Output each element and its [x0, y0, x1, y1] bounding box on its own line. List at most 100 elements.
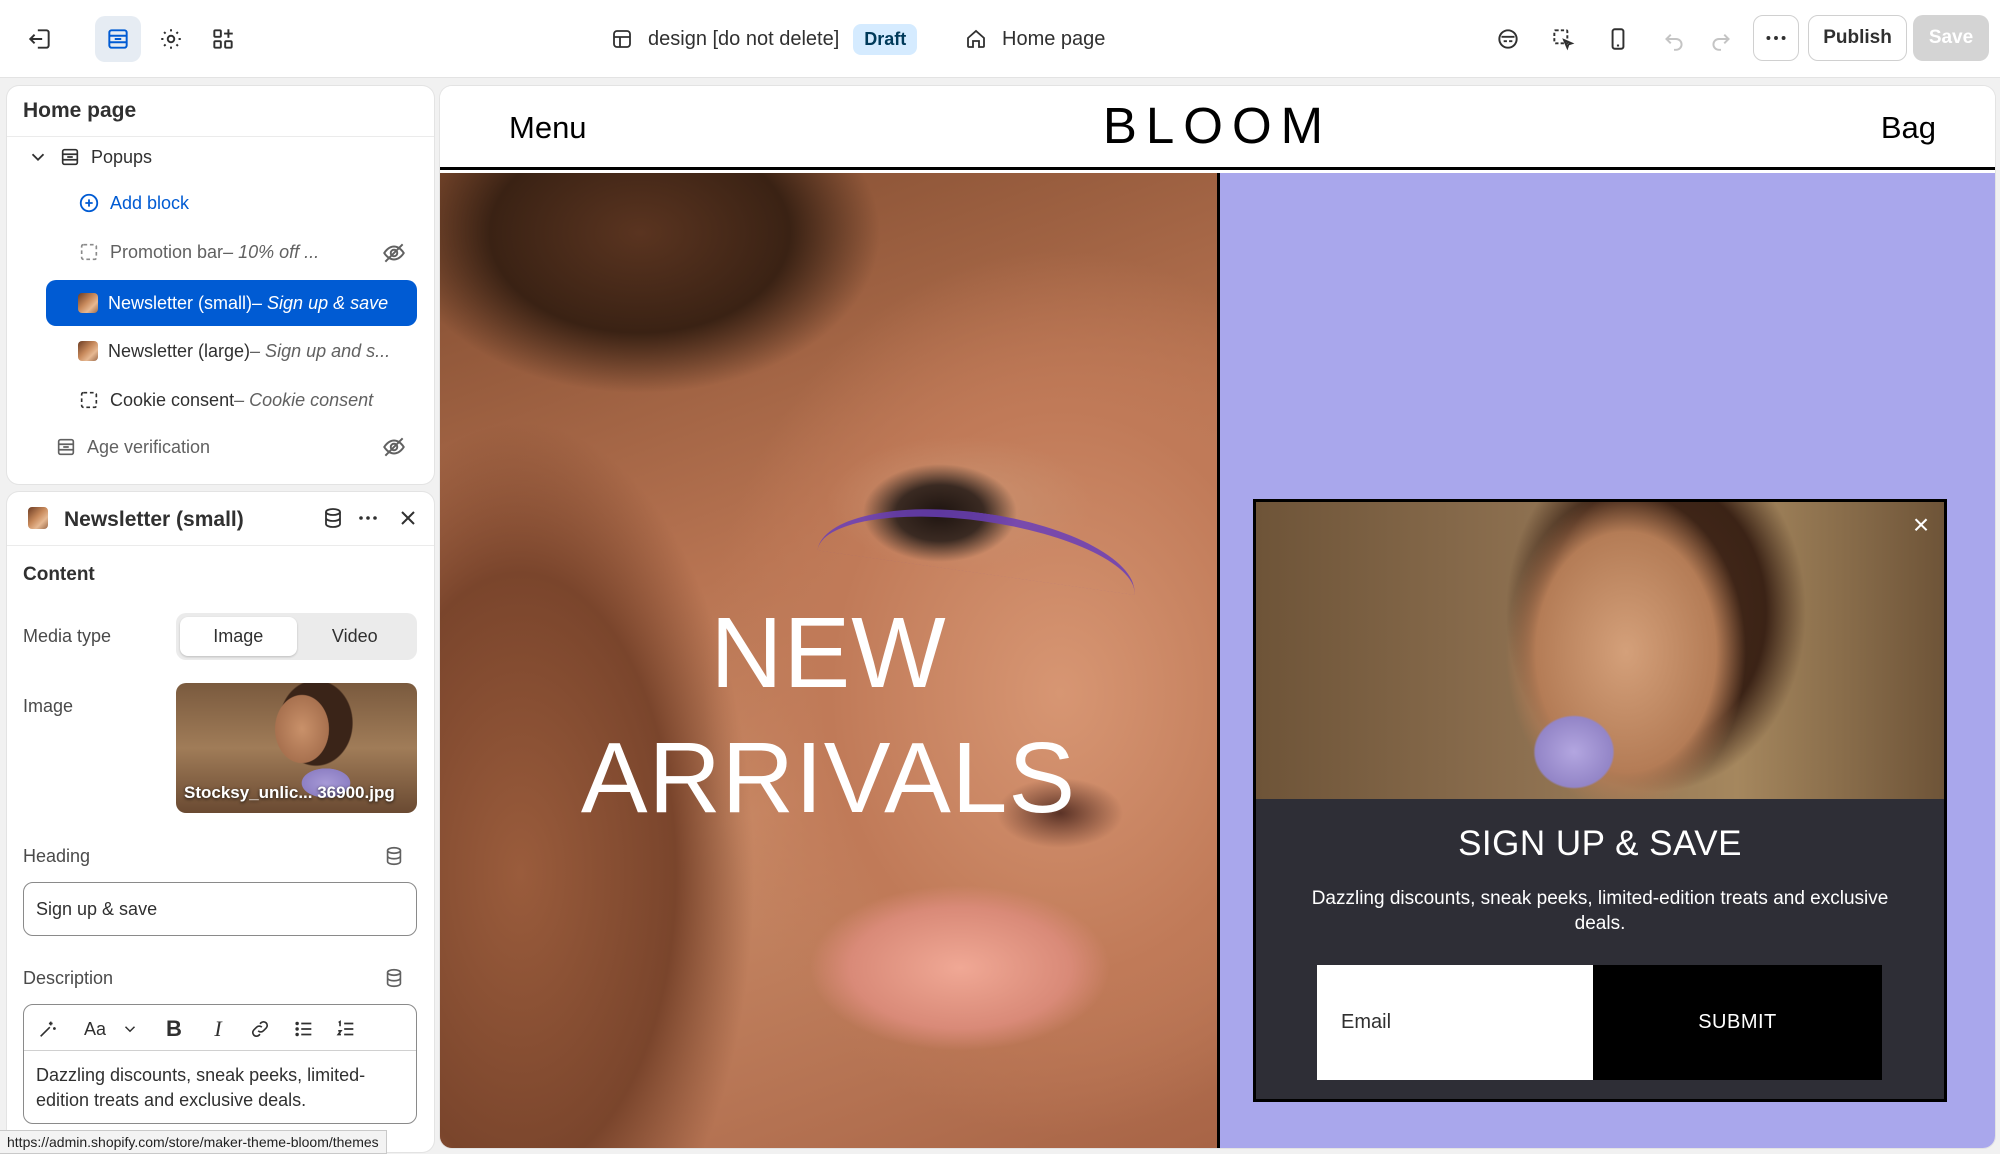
image-label: Image — [23, 696, 74, 716]
tree-item-label: Popups — [91, 146, 153, 167]
image-thumbnail — [78, 341, 98, 361]
bullet-list-icon[interactable] — [292, 1017, 316, 1041]
sections-icon — [108, 29, 128, 49]
add-block-button[interactable]: Add block — [78, 180, 189, 226]
eye-off-icon[interactable] — [381, 434, 407, 460]
redo-button[interactable] — [1698, 16, 1744, 62]
italic-icon[interactable]: I — [206, 1016, 230, 1041]
status-bar-url: https://admin.shopify.com/store/maker-th… — [0, 1130, 387, 1154]
database-icon[interactable] — [383, 967, 405, 989]
store-header: Menu BLOOM Bag — [440, 86, 1995, 170]
page-selector[interactable]: Home page — [964, 22, 1105, 56]
theme-selector[interactable]: design [do not delete] Draft — [610, 22, 918, 56]
image-thumbnail — [78, 293, 98, 313]
media-type-label: Media type — [23, 626, 112, 646]
store-logo[interactable]: BLOOM — [440, 96, 1995, 155]
chevron-down-icon[interactable] — [27, 146, 49, 168]
close-icon[interactable]: × — [1908, 511, 1934, 539]
more-icon — [359, 516, 377, 520]
settings-more-button[interactable] — [354, 504, 382, 532]
section-icon — [59, 146, 81, 168]
eye-off-icon[interactable] — [381, 240, 407, 266]
image-thumbnail — [28, 507, 48, 529]
tree-item-sub: – Sign up & save — [252, 292, 389, 313]
popup-description: Dazzling discounts, sneak peeks, limited… — [1311, 888, 1889, 934]
tree-item-label: Newsletter (small) — [108, 292, 253, 313]
preview-inspector-button[interactable] — [1485, 16, 1531, 62]
mobile-preview-button[interactable] — [1595, 16, 1641, 62]
publish-button[interactable]: Publish — [1808, 15, 1907, 61]
numbered-list-icon[interactable] — [334, 1017, 358, 1041]
apps-icon — [213, 29, 233, 49]
newsletter-popup: × SIGN UP & SAVE Dazzling discounts, sne… — [1253, 499, 1947, 1102]
tree-item-newsletter-small[interactable]: Newsletter (small) – Sign up & save — [46, 280, 417, 326]
image-picker[interactable]: Stocksy_unlic... 36900.jpg — [176, 683, 417, 813]
tree-item-cookie-consent[interactable]: Cookie consent – Cookie consent — [78, 377, 373, 423]
hero-image-detail — [817, 491, 1143, 595]
section-icon — [55, 436, 77, 458]
content-section-title: Content — [23, 564, 95, 585]
undo-icon — [1665, 33, 1683, 51]
description-label: Description — [23, 968, 114, 988]
description-text[interactable]: Dazzling discounts, sneak peeks, limited… — [24, 1051, 416, 1123]
more-icon — [1766, 36, 1786, 40]
tree-item-label: Cookie consent — [110, 389, 235, 410]
home-icon — [967, 29, 985, 48]
preview-inspector-icon — [1498, 29, 1518, 49]
tree-item-age-verification[interactable]: Age verification — [55, 424, 210, 470]
panel-title: Home page — [23, 99, 137, 122]
inspect-button[interactable] — [1540, 16, 1586, 62]
theme-settings-button[interactable] — [148, 16, 194, 62]
email-field[interactable]: Email — [1317, 965, 1593, 1080]
media-type-image-option[interactable]: Image — [180, 617, 297, 656]
tree-item-label: Newsletter (large) — [108, 340, 251, 361]
theme-name-label: design [do not delete] — [648, 27, 840, 50]
save-button[interactable]: Save — [1913, 15, 1989, 61]
block-icon — [78, 389, 100, 411]
mobile-icon — [1611, 28, 1625, 50]
exit-button[interactable] — [17, 16, 63, 62]
apps-button[interactable] — [200, 16, 246, 62]
tree-item-promotion-bar[interactable]: Promotion bar – 10% off ... — [78, 229, 319, 275]
top-bar: design [do not delete] Draft Home page P… — [0, 0, 2000, 78]
plus-circle-icon — [78, 192, 100, 214]
add-block-label: Add block — [110, 192, 190, 213]
database-icon[interactable] — [383, 845, 405, 867]
tree-item-popups[interactable]: Popups — [27, 134, 152, 180]
settings-icon — [161, 29, 181, 49]
sections-button[interactable] — [95, 16, 141, 62]
more-actions-button[interactable] — [1753, 15, 1799, 61]
store-preview: Menu BLOOM Bag NEW ARRIVALS × SIGN UP & … — [440, 86, 1995, 1148]
magic-icon[interactable] — [36, 1017, 60, 1041]
block-icon — [78, 241, 100, 263]
image-filename: Stocksy_unlic... 36900.jpg — [184, 783, 395, 802]
draft-badge: Draft — [853, 23, 918, 55]
page-name-label: Home page — [1002, 27, 1106, 50]
exit-icon — [28, 29, 50, 49]
tree-item-newsletter-large[interactable]: Newsletter (large) – Sign up and s... — [78, 328, 390, 374]
link-icon[interactable] — [248, 1017, 272, 1041]
redo-icon — [1712, 33, 1730, 51]
undo-button[interactable] — [1651, 16, 1697, 62]
hero-heading-line: ARRIVALS — [580, 722, 1077, 834]
close-icon — [401, 511, 415, 525]
media-type-video-option[interactable]: Video — [297, 617, 414, 656]
media-type-toggle: Image Video — [176, 613, 417, 660]
tree-item-sub: – Sign up and s... — [250, 340, 391, 361]
settings-title: Newsletter (small) — [64, 508, 244, 531]
tree-item-label: Promotion bar — [110, 241, 224, 262]
database-icon — [325, 508, 341, 528]
bold-icon[interactable]: B — [162, 1016, 186, 1041]
submit-button[interactable]: SUBMIT — [1593, 965, 1882, 1080]
dynamic-source-button[interactable] — [319, 504, 347, 532]
font-size-icon[interactable]: Aa — [80, 1017, 110, 1041]
description-editor[interactable]: Aa B I Dazzling discounts, sneak peeks, … — [23, 1004, 417, 1124]
popup-image — [1256, 502, 1944, 799]
store-bag-link[interactable]: Bag — [1881, 110, 1936, 146]
close-settings-button[interactable] — [394, 504, 422, 532]
tree-item-label: Age verification — [87, 436, 211, 457]
hero-heading[interactable]: NEW ARRIVALS — [440, 591, 1217, 841]
tree-item-sub: – Cookie consent — [234, 389, 374, 410]
heading-input[interactable]: Sign up & save — [23, 882, 417, 936]
chevron-down-icon[interactable] — [118, 1017, 142, 1041]
